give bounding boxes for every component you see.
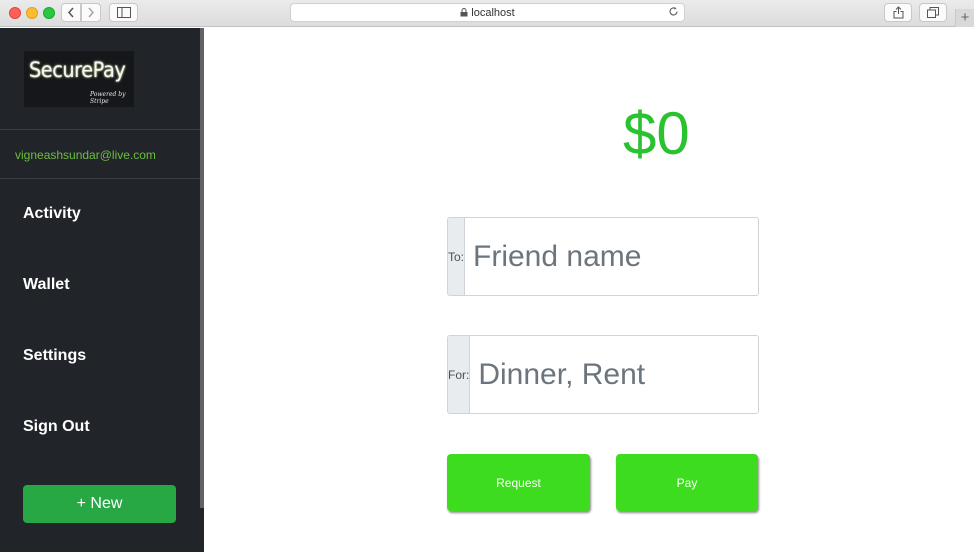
chevron-left-icon [67,7,74,18]
url-text: localhost [471,6,515,19]
share-button[interactable] [884,3,912,22]
divider [0,178,200,179]
sidebar-icon [116,7,131,18]
zoom-window-button[interactable] [43,7,55,19]
nav-activity[interactable]: Activity [23,205,81,223]
close-window-button[interactable] [9,7,21,19]
divider [0,129,200,130]
minimize-window-button[interactable] [26,7,38,19]
to-field-label: To: [448,218,466,295]
payment-amount[interactable]: $0 [623,104,690,164]
tabs-icon [927,7,939,18]
logo-title: SecurePay [29,58,126,82]
to-field-group: To: [447,217,759,296]
lock-icon [460,8,468,17]
payment-note-input[interactable] [470,336,758,413]
securepay-logo[interactable]: SecurePay Powered by Stripe [24,51,134,107]
for-field-group: For: [447,335,759,414]
nav-wallet[interactable]: Wallet [23,276,70,294]
pay-button[interactable]: Pay [616,454,758,511]
plus-icon: + [960,9,970,26]
user-email: vigneashsundar@live.com [15,148,156,162]
tab-overview-button[interactable] [919,3,947,22]
new-tab-button[interactable]: + [955,9,974,27]
for-field-label: For: [448,336,471,413]
address-bar[interactable]: localhost [290,3,685,22]
sidebar-scrollbar[interactable] [200,28,204,508]
friend-name-input[interactable] [465,218,758,295]
browser-toolbar: localhost + [0,0,974,27]
share-icon [893,6,903,19]
sidebar: SecurePay Powered by Stripe vigneashsund… [0,28,200,552]
nav-sign-out[interactable]: Sign Out [23,418,90,436]
forward-button[interactable] [81,3,101,22]
sidebar-scrollbar-track [200,508,204,552]
chevron-right-icon [88,7,95,18]
nav-settings[interactable]: Settings [23,347,86,365]
logo-subtitle: Powered by Stripe [90,91,126,105]
request-button[interactable]: Request [447,454,590,511]
sidebar-toggle-button[interactable] [109,3,138,22]
new-button[interactable]: + New [23,485,176,523]
reload-icon[interactable] [668,6,679,17]
back-button[interactable] [61,3,81,22]
